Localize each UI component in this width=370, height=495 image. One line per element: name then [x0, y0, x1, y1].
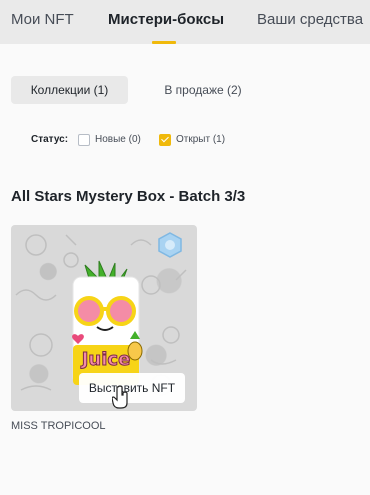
- nft-name: MISS TROPICOOL: [11, 420, 106, 432]
- juice-label: Juice: [80, 349, 131, 370]
- collections-filter-button[interactable]: Коллекции (1): [11, 76, 128, 104]
- opened-option-label[interactable]: Открыт (1): [176, 134, 225, 145]
- tab-my-nft[interactable]: Мои NFT: [11, 11, 74, 28]
- hexagon-badge-icon: [158, 232, 182, 258]
- tab-your-funds[interactable]: Ваши средства: [257, 11, 363, 28]
- tab-mystery-boxes[interactable]: Мистери-боксы: [108, 11, 224, 28]
- opened-checkbox[interactable]: [159, 134, 171, 146]
- on-sale-filter-button[interactable]: В продаже (2): [144, 76, 262, 104]
- nft-card[interactable]: Juice Выставить NFT: [11, 225, 197, 411]
- hand-cursor-icon: [112, 385, 128, 409]
- new-option-label[interactable]: Новые (0): [95, 134, 141, 145]
- tab-bar: Мои NFT Мистери-боксы Ваши средства: [0, 0, 370, 44]
- new-checkbox[interactable]: [78, 134, 90, 146]
- status-label: Статус:: [31, 134, 69, 145]
- active-tab-indicator: [152, 41, 176, 44]
- collection-title: All Stars Mystery Box - Batch 3/3: [11, 188, 246, 205]
- list-nft-button[interactable]: Выставить NFT: [79, 373, 185, 403]
